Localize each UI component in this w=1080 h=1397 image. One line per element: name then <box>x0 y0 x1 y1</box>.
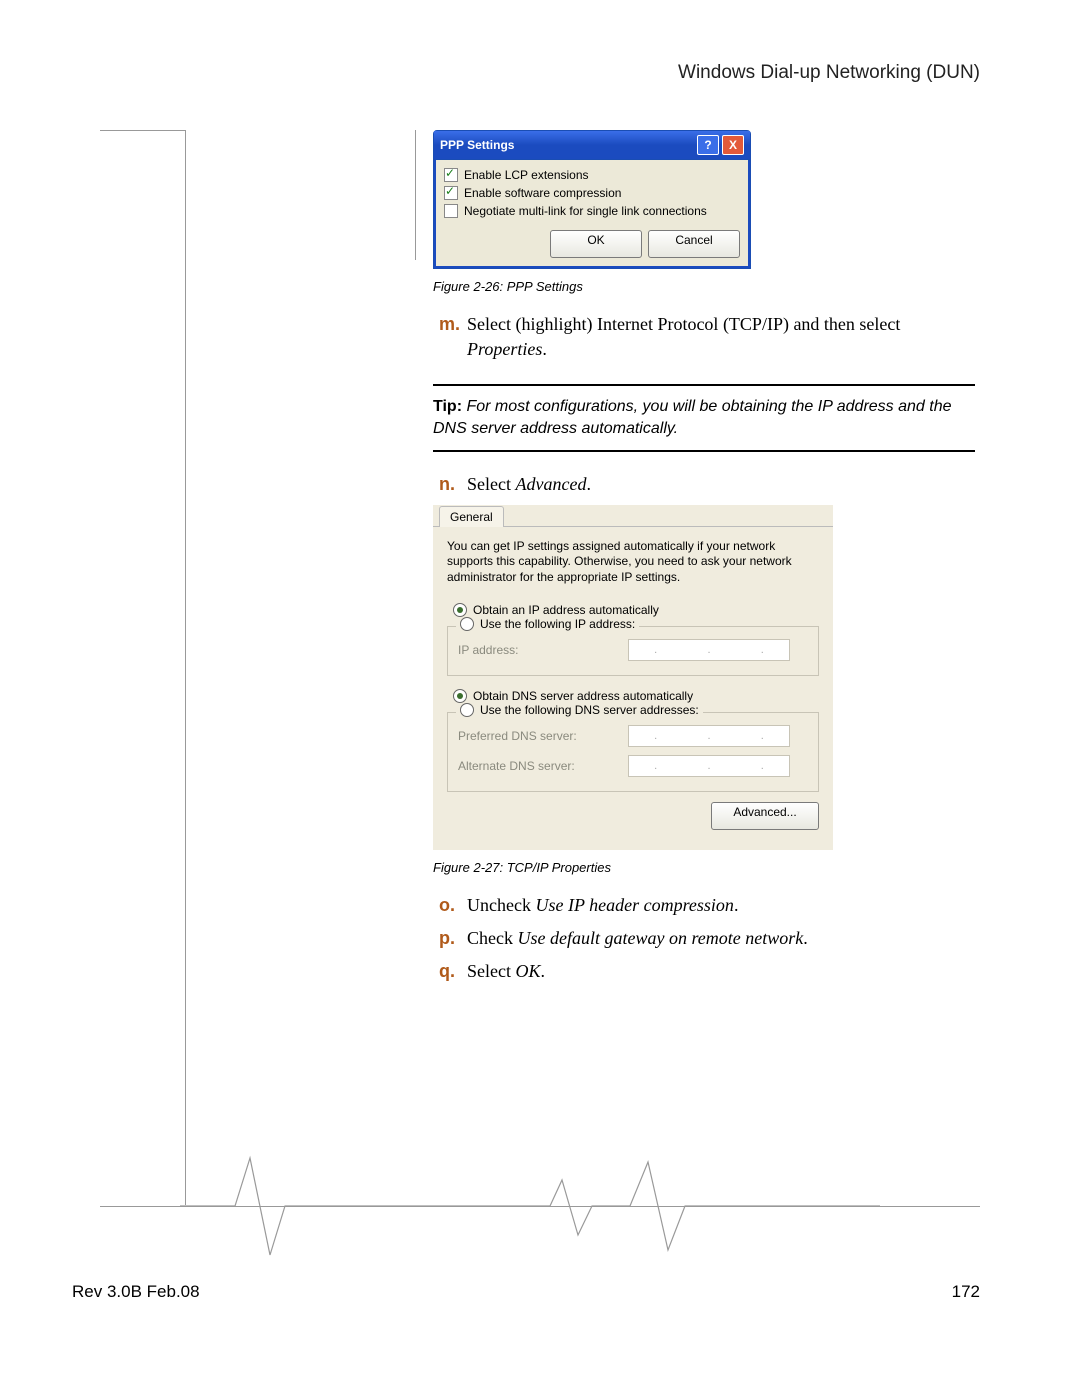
help-icon[interactable]: ? <box>697 135 719 155</box>
radio-icon <box>453 689 467 703</box>
tab-general[interactable]: General <box>439 506 504 527</box>
radio-icon <box>460 703 474 717</box>
tcpip-properties-panel: General You can get IP settings assigned… <box>433 505 833 850</box>
tip-block: Tip: For most configurations, you will b… <box>433 384 975 451</box>
step-letter: p. <box>439 926 467 951</box>
page-header: Windows Dial-up Networking (DUN) <box>678 62 980 84</box>
ppp-titlebar: PPP Settings ? X <box>434 131 750 160</box>
step-text: . <box>734 895 739 915</box>
radio-icon <box>460 617 474 631</box>
step-italic: Advanced <box>515 474 586 494</box>
vertical-rule <box>185 130 186 1205</box>
step-text: . <box>803 928 808 948</box>
step-text: Uncheck <box>467 895 535 915</box>
tip-label: Tip: <box>433 398 462 415</box>
ip-address-label: IP address: <box>458 643 628 657</box>
footer-rule <box>100 1206 980 1207</box>
ok-button[interactable]: OK <box>550 230 642 258</box>
step-body: Select (highlight) Internet Protocol (TC… <box>467 312 975 362</box>
step-n: n. Select Advanced. <box>439 472 975 497</box>
step-p: p. Check Use default gateway on remote n… <box>439 926 975 951</box>
figure-caption-tcpip: Figure 2-27: TCP/IP Properties <box>433 860 975 875</box>
step-italic: Use default gateway on remote network <box>517 928 803 948</box>
step-body: Select OK. <box>467 959 975 984</box>
checkbox-label: Negotiate multi-link for single link con… <box>464 204 707 218</box>
page-number: 172 <box>952 1282 980 1302</box>
tcpip-description: You can get IP settings assigned automat… <box>447 539 819 586</box>
step-text: Select <box>467 474 515 494</box>
step-body: Select Advanced. <box>467 472 975 497</box>
advanced-button[interactable]: Advanced... <box>711 802 819 830</box>
step-q: q. Select OK. <box>439 959 975 984</box>
step-letter: m. <box>439 312 467 362</box>
step-letter: q. <box>439 959 467 984</box>
checkbox-label: Enable software compression <box>464 186 621 200</box>
cancel-button[interactable]: Cancel <box>648 230 740 258</box>
step-m: m. Select (highlight) Internet Protocol … <box>439 312 975 362</box>
content-column: PPP Settings ? X Enable LCP extensions E… <box>415 130 975 992</box>
alternate-dns-label: Alternate DNS server: <box>458 759 628 773</box>
checkbox-compression[interactable]: Enable software compression <box>444 184 740 202</box>
radio-use-ip[interactable]: Use the following IP address: <box>456 617 639 631</box>
step-text: . <box>586 474 591 494</box>
checkbox-icon <box>444 186 458 200</box>
step-italic: Properties <box>467 339 542 359</box>
checkbox-multilink[interactable]: Negotiate multi-link for single link con… <box>444 202 740 220</box>
step-letter: o. <box>439 893 467 918</box>
preferred-dns-label: Preferred DNS server: <box>458 729 628 743</box>
checkbox-icon <box>444 168 458 182</box>
ip-address-input[interactable]: ... <box>628 639 790 661</box>
fieldset-dns: Use the following DNS server addresses: … <box>447 712 819 792</box>
checkbox-lcp[interactable]: Enable LCP extensions <box>444 166 740 184</box>
radio-label: Use the following IP address: <box>480 617 635 631</box>
checkbox-icon <box>444 204 458 218</box>
ppp-settings-window: PPP Settings ? X Enable LCP extensions E… <box>433 130 751 269</box>
preferred-dns-input[interactable]: ... <box>628 725 790 747</box>
step-letter: n. <box>439 472 467 497</box>
step-o: o. Uncheck Use IP header compression. <box>439 893 975 918</box>
figure-caption-ppp: Figure 2-26: PPP Settings <box>433 279 975 294</box>
step-text: Check <box>467 928 517 948</box>
step-text: . <box>542 339 547 359</box>
step-italic: Use IP header compression <box>535 895 733 915</box>
ppp-body: Enable LCP extensions Enable software co… <box>434 160 750 268</box>
close-icon[interactable]: X <box>722 135 744 155</box>
left-rule <box>100 130 185 131</box>
step-text: . <box>541 961 546 981</box>
step-body: Uncheck Use IP header compression. <box>467 893 975 918</box>
fieldset-ip: Use the following IP address: IP address… <box>447 626 819 676</box>
radio-label: Obtain an IP address automatically <box>473 603 659 617</box>
footer-rev: Rev 3.0B Feb.08 <box>72 1282 200 1302</box>
radio-icon <box>453 603 467 617</box>
radio-label: Obtain DNS server address automatically <box>473 689 693 703</box>
radio-use-dns[interactable]: Use the following DNS server addresses: <box>456 703 703 717</box>
step-body: Check Use default gateway on remote netw… <box>467 926 975 951</box>
checkbox-label: Enable LCP extensions <box>464 168 589 182</box>
step-text: Select (highlight) Internet Protocol (TC… <box>467 314 900 334</box>
tip-text: For most configurations, you will be obt… <box>433 398 952 437</box>
step-italic: OK <box>515 961 540 981</box>
step-text: Select <box>467 961 515 981</box>
ppp-title: PPP Settings <box>440 138 694 152</box>
alternate-dns-input[interactable]: ... <box>628 755 790 777</box>
radio-label: Use the following DNS server addresses: <box>480 703 699 717</box>
heartbeat-wave <box>180 1150 880 1270</box>
tcpip-inner: You can get IP settings assigned automat… <box>433 526 833 838</box>
